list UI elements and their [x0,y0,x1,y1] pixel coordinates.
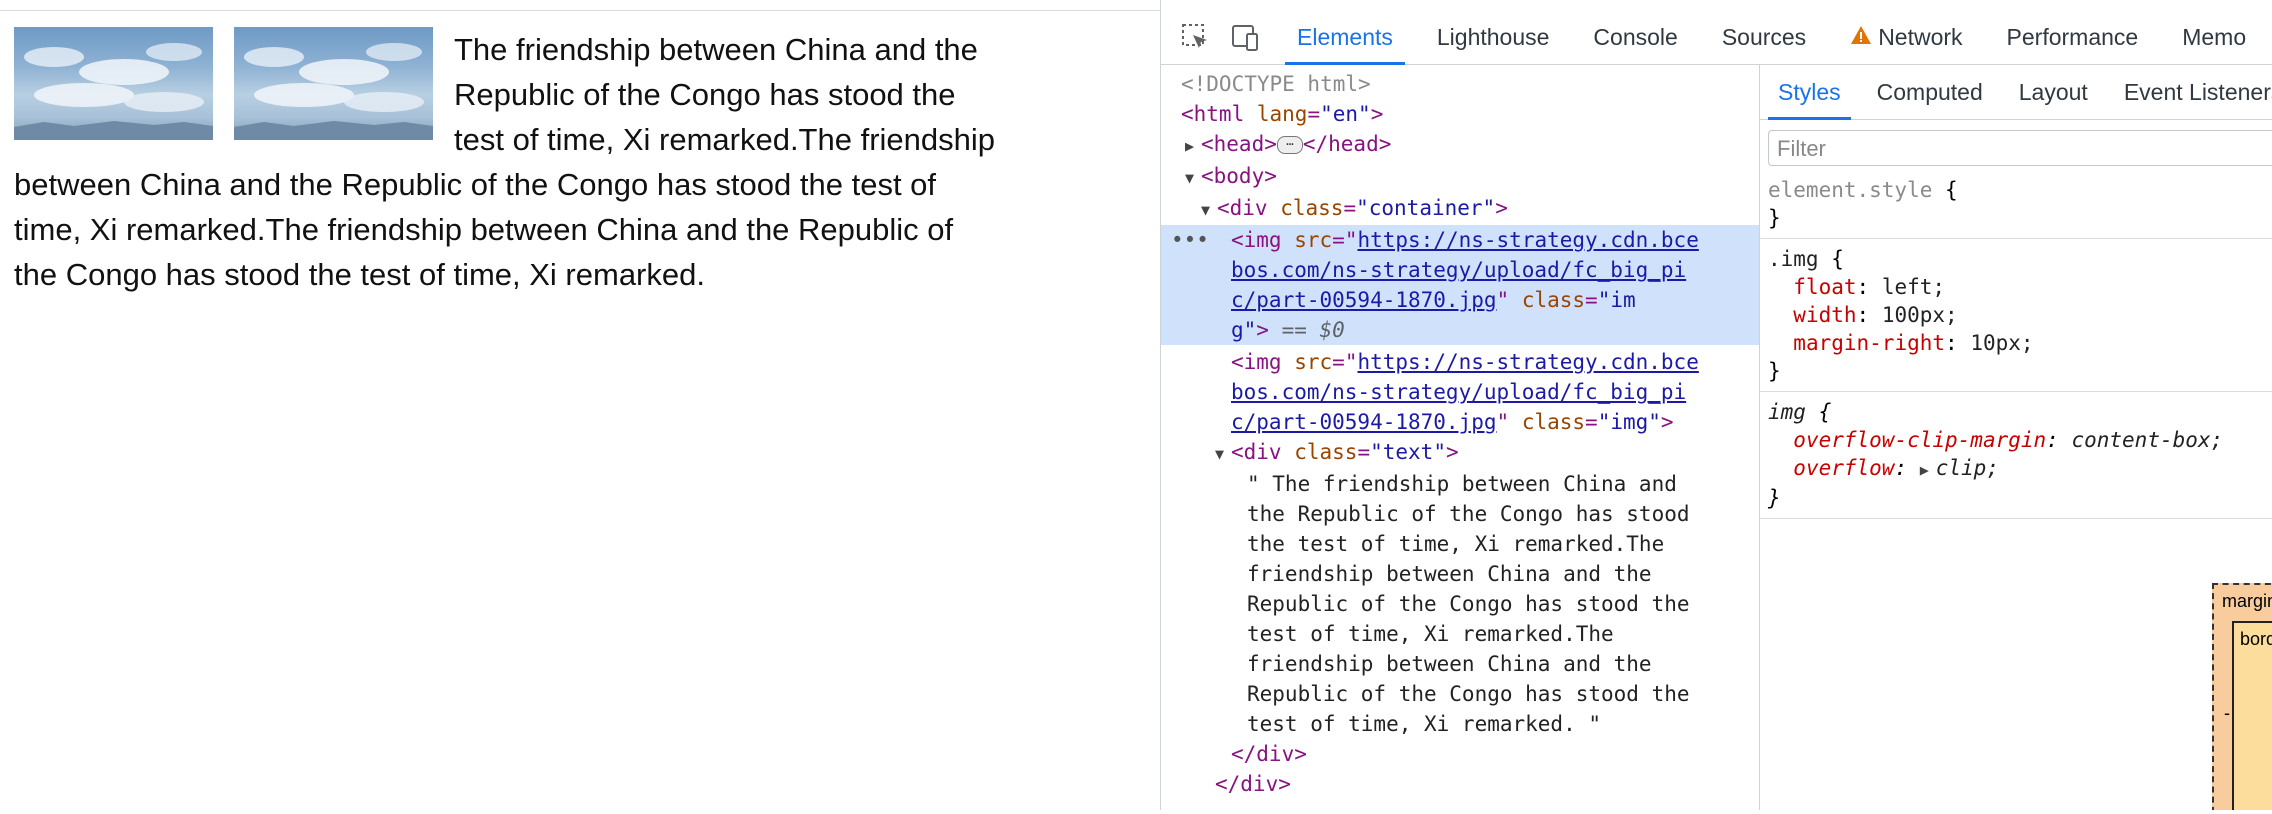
dom-html[interactable]: <html lang="en"> [1161,99,1759,129]
page-viewport: The friendship between China and the Rep… [0,11,1160,810]
dom-div-text-close[interactable]: </div> [1161,739,1759,769]
tab-network-label: Network [1878,24,1963,50]
subtab-computed[interactable]: Computed [1859,65,2001,119]
subtab-styles[interactable]: Styles [1760,65,1859,120]
rule-img-class[interactable]: .img { float: left; width: 100px; margin… [1760,239,2272,392]
inspect-element-icon[interactable] [1179,21,1211,53]
devtools-panel: Elements Lighthouse Console Sources Netw… [1160,0,2272,810]
box-model-border: border [2232,621,2272,810]
rule-element-style[interactable]: element.style { } [1760,170,2272,239]
dom-doctype[interactable]: <!DOCTYPE html> [1161,69,1759,99]
dom-tree: <!DOCTYPE html> <html lang="en"> ▶ <head>… [1161,65,1759,814]
tab-console[interactable]: Console [1571,10,1699,64]
browser-top-border [0,0,1160,11]
expand-triangle-icon[interactable]: ▶ [1920,456,1936,484]
dom-body[interactable]: ▼ <body> [1161,161,1759,193]
styles-filter-input[interactable]: Filter [1768,130,2272,166]
styles-pane: Styles Computed Layout Event Listeners F… [1759,65,2272,810]
container: The friendship between China and the Rep… [14,27,1004,297]
subtab-layout[interactable]: Layout [2001,65,2106,119]
device-toolbar-icon[interactable] [1229,21,1261,53]
dom-div-text[interactable]: ▼ <div class="text"> [1161,437,1759,469]
tab-network[interactable]: Network [1828,10,1984,64]
more-dots-icon[interactable]: ••• [1171,225,1209,255]
subtab-event-listeners[interactable]: Event Listeners [2106,65,2272,119]
tab-lighthouse[interactable]: Lighthouse [1415,10,1572,64]
dom-head[interactable]: ▶ <head> ⋯ </head> [1161,129,1759,161]
expand-triangle-icon[interactable]: ▶ [1185,131,1201,161]
warning-icon [1850,10,1872,64]
sky-image-2 [234,27,433,140]
tab-memory[interactable]: Memo [2160,10,2268,64]
collapse-triangle-icon[interactable]: ▼ [1215,439,1231,469]
tab-sources[interactable]: Sources [1700,10,1828,64]
sky-image-1 [14,27,213,140]
collapsed-ellipsis-icon[interactable]: ⋯ [1276,136,1303,154]
styles-subtab-bar: Styles Computed Layout Event Listeners [1760,65,2272,120]
dom-div-container[interactable]: ▼ <div class="container"> [1161,193,1759,225]
tab-elements[interactable]: Elements [1275,10,1415,65]
collapse-triangle-icon[interactable]: ▼ [1185,163,1201,193]
dom-text-node[interactable]: " The friendship between China and the R… [1161,469,1759,739]
devtools-tab-bar: Elements Lighthouse Console Sources Netw… [1161,10,2272,65]
collapse-triangle-icon[interactable]: ▼ [1201,195,1217,225]
box-model-diagram: margin - border [2212,583,2272,810]
dom-img-selected[interactable]: ••• <img src="https://ns-strategy.cdn.bce… [1161,225,1759,345]
tab-performance[interactable]: Performance [1985,10,2161,64]
dom-img-2[interactable]: <img src="https://ns-strategy.cdn.bce bo… [1161,347,1759,437]
dom-div-container-close[interactable]: </div> [1161,769,1759,799]
rule-img-useragent[interactable]: img { overflow-clip-margin: content-box;… [1760,392,2272,519]
